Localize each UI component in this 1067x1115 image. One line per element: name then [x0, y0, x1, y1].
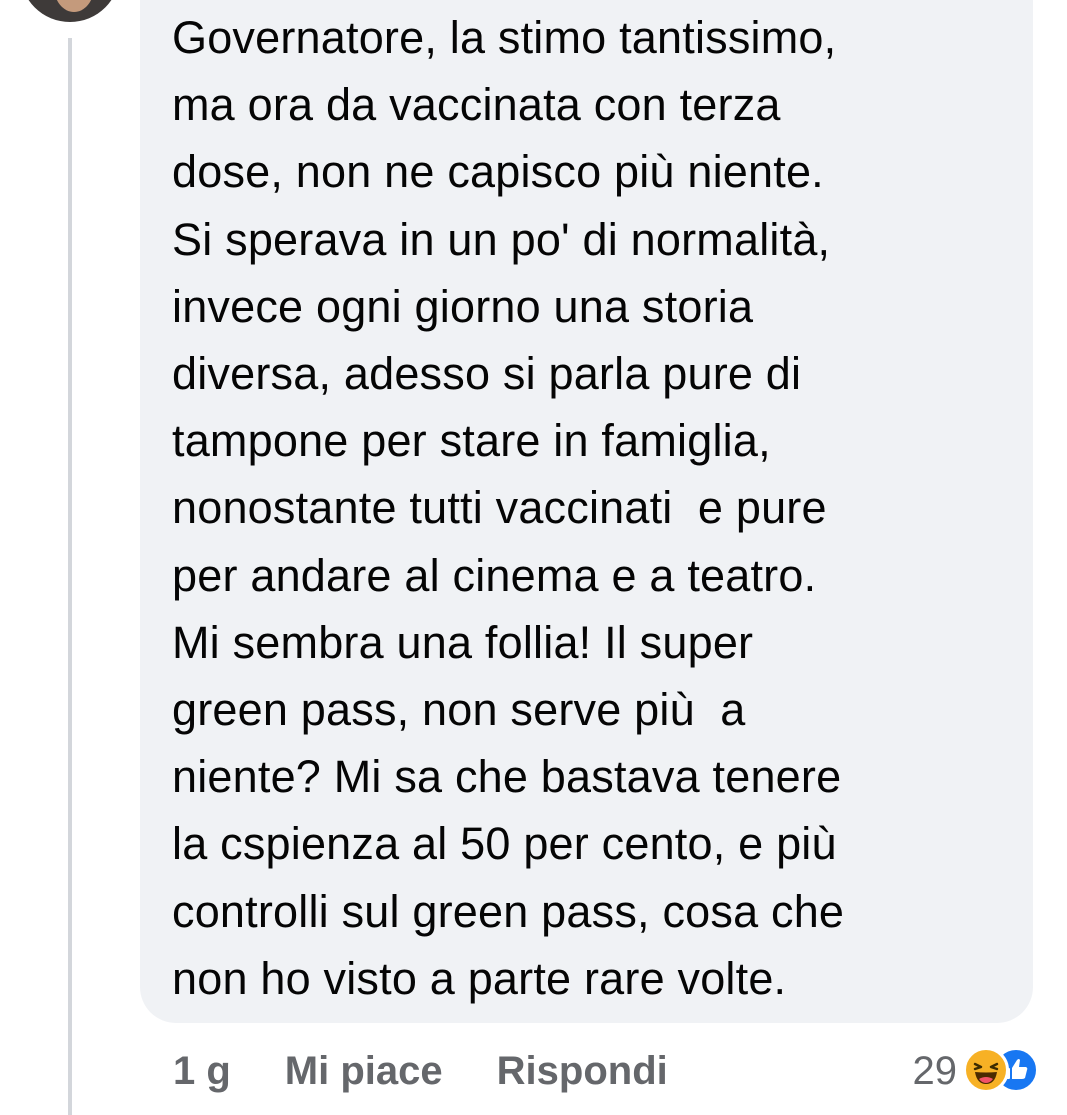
- comment-bubble: Governatore, la stimo tantissimo, ma ora…: [140, 0, 1033, 1023]
- reaction-count: 29: [912, 1048, 958, 1093]
- reaction-icons: [963, 1047, 1039, 1095]
- thread-line: [68, 38, 72, 1115]
- avatar[interactable]: [20, 0, 120, 22]
- haha-reaction-icon: [963, 1047, 1009, 1093]
- comment-text: Governatore, la stimo tantissimo, ma ora…: [172, 12, 845, 1004]
- like-button[interactable]: Mi piace: [285, 1049, 443, 1094]
- comment-timestamp[interactable]: 1 g: [173, 1049, 231, 1094]
- reply-button[interactable]: Rispondi: [497, 1049, 668, 1094]
- reactions-summary[interactable]: 29: [912, 1043, 1039, 1099]
- comment-actions: 1 g Mi piace Rispondi: [173, 1043, 668, 1099]
- avatar-face: [54, 0, 94, 12]
